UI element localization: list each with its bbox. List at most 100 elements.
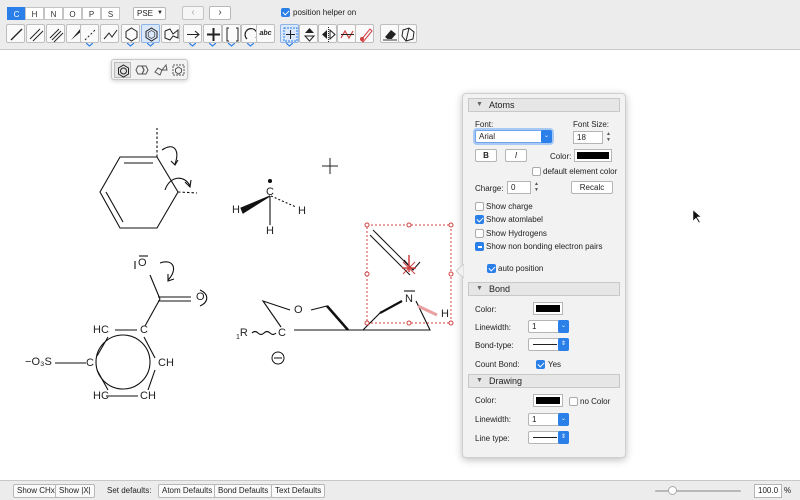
bond-type-select[interactable]: ⇕ xyxy=(528,338,569,351)
chevron-down-icon xyxy=(228,43,235,47)
plus-icon xyxy=(207,28,220,41)
atoms-section-header[interactable]: ▼ Atoms xyxy=(468,98,620,112)
zoom-slider-knob[interactable] xyxy=(667,486,677,495)
element-p-button[interactable]: P xyxy=(82,7,101,20)
fused-ring-option[interactable] xyxy=(133,62,150,78)
charge-input[interactable]: 0 xyxy=(507,181,531,194)
select-tool[interactable] xyxy=(280,24,299,43)
text-tool-label: abc xyxy=(259,30,272,37)
italic-button[interactable]: I xyxy=(505,149,527,162)
o-double-label: O xyxy=(196,291,205,303)
show-hydrogens-checkbox[interactable] xyxy=(475,229,484,238)
forward-button[interactable]: › xyxy=(209,6,231,20)
chevron-down-icon xyxy=(189,43,196,47)
hc-bottom-label: HC xyxy=(93,390,109,402)
drawing-color-well[interactable] xyxy=(533,394,563,407)
single-bond-icon xyxy=(10,28,23,41)
chain-ring-option[interactable] xyxy=(152,62,169,78)
bond-color-well[interactable] xyxy=(533,302,563,315)
font-size-input[interactable]: 18 xyxy=(573,131,603,144)
element-h-button[interactable]: H xyxy=(25,7,44,20)
line-type-label: Line type: xyxy=(475,434,510,443)
element-o-button[interactable]: O xyxy=(63,7,82,20)
atom-defaults-button[interactable]: Atom Defaults xyxy=(158,484,217,498)
ring-template-tool[interactable] xyxy=(161,24,180,43)
chevron-down-icon xyxy=(147,43,154,47)
ring-popover xyxy=(111,59,188,80)
double-bond-icon xyxy=(29,28,44,42)
chevron-down-icon xyxy=(86,43,93,47)
back-button[interactable]: ‹ xyxy=(182,6,204,20)
ch-bottom-label: CH xyxy=(140,390,156,402)
bond-defaults-button[interactable]: Bond Defaults xyxy=(214,484,273,498)
bond-linewidth-value: 1 xyxy=(532,322,537,331)
bracket-tool[interactable] xyxy=(222,24,241,43)
triple-bond-icon xyxy=(49,28,64,43)
no-color-checkbox[interactable] xyxy=(569,397,578,406)
line-type-select[interactable]: ⇕ xyxy=(528,431,569,444)
drawing-linewidth-select[interactable]: 1 ⌄ xyxy=(528,413,569,426)
element-n-button[interactable]: N xyxy=(44,7,63,20)
chair-r-label: 1R xyxy=(236,327,248,341)
show-nonbonding-checkbox[interactable] xyxy=(475,242,484,251)
flip-vertical-tool[interactable] xyxy=(299,24,318,43)
benzene-tool[interactable] xyxy=(141,24,160,43)
erase-selection-tool[interactable] xyxy=(355,24,374,43)
single-bond-tool[interactable] xyxy=(6,24,25,43)
bracket-ring-option[interactable] xyxy=(170,62,187,78)
c-top-label: C xyxy=(140,324,148,336)
arrow-tool[interactable] xyxy=(183,24,202,43)
double-bond-tool[interactable] xyxy=(26,24,45,43)
ch-right-label: CH xyxy=(158,357,174,369)
benzene-ring-option[interactable] xyxy=(114,62,131,78)
chevron-updown-icon: ⇕ xyxy=(558,338,569,351)
triple-bond-tool[interactable] xyxy=(46,24,65,43)
inspector-panel: ▼ Atoms Font: Arial ⌄ Font Size: 18 ▲ ▼ B I… xyxy=(456,93,626,458)
element-s-button[interactable]: S xyxy=(101,7,120,20)
bond-section-header[interactable]: ▼ Bond xyxy=(468,282,620,296)
cyclohexane-icon xyxy=(125,27,138,42)
zoom-slider[interactable] xyxy=(655,486,741,495)
erase-selection-icon xyxy=(360,28,373,43)
font-size-stepper[interactable]: ▲ ▼ xyxy=(605,131,612,143)
zoom-input[interactable]: 100.0 xyxy=(754,484,782,498)
flip-horizontal-tool[interactable] xyxy=(318,24,337,43)
element-c-button[interactable]: C xyxy=(7,7,26,20)
arrow-right-icon xyxy=(187,30,200,39)
recalc-button[interactable]: Recalc xyxy=(571,181,613,194)
text-defaults-button[interactable]: Text Defaults xyxy=(271,484,326,498)
chevron-left-icon: ‹ xyxy=(191,7,195,18)
show-x-button[interactable]: Show |X| xyxy=(55,484,95,498)
atom-color-well[interactable] xyxy=(574,149,612,162)
rotate-tool[interactable] xyxy=(337,24,356,43)
default-color-checkbox[interactable] xyxy=(532,167,541,176)
plus-tool[interactable] xyxy=(203,24,222,43)
count-bond-label: Count Bond: xyxy=(475,360,520,369)
auto-position-checkbox[interactable] xyxy=(487,264,496,273)
chain-tool[interactable] xyxy=(100,24,119,43)
pse-label: PSE xyxy=(137,9,154,18)
crosshair-cursor xyxy=(322,158,338,174)
show-charge-checkbox[interactable] xyxy=(475,202,484,211)
ring-template-icon xyxy=(164,28,179,41)
bold-button[interactable]: B xyxy=(475,149,497,162)
dashed-bond-tool[interactable] xyxy=(80,24,99,43)
bond-linewidth-select[interactable]: 1 ⌄ xyxy=(528,320,569,333)
count-bond-checkbox[interactable] xyxy=(536,360,545,369)
show-hydrogens-label: Show Hydrogens xyxy=(486,229,547,238)
show-atomlabel-checkbox[interactable] xyxy=(475,215,484,224)
position-helper-checkbox[interactable] xyxy=(281,8,290,17)
chevron-down-icon: ⌄ xyxy=(558,320,569,333)
font-select[interactable]: Arial ⌄ xyxy=(475,130,552,143)
charge-stepper[interactable]: ▲ ▼ xyxy=(533,181,540,193)
text-tool[interactable]: abc xyxy=(256,24,275,43)
drawing-canvas[interactable]: C H H H O O HC C C CH HC CH −O₃S O N H 1… xyxy=(0,50,800,480)
drawing-section-header[interactable]: ▼ Drawing xyxy=(468,374,620,388)
template-tool[interactable] xyxy=(398,24,417,43)
font-size-label: Font Size: xyxy=(573,120,610,129)
eraser-tool[interactable] xyxy=(380,24,399,43)
show-chx-button[interactable]: Show CHx xyxy=(13,484,59,498)
cyclohexane-tool[interactable] xyxy=(121,24,140,43)
benzene-ring-icon xyxy=(118,64,129,78)
pse-dropdown[interactable]: PSE ▼ xyxy=(133,7,166,20)
